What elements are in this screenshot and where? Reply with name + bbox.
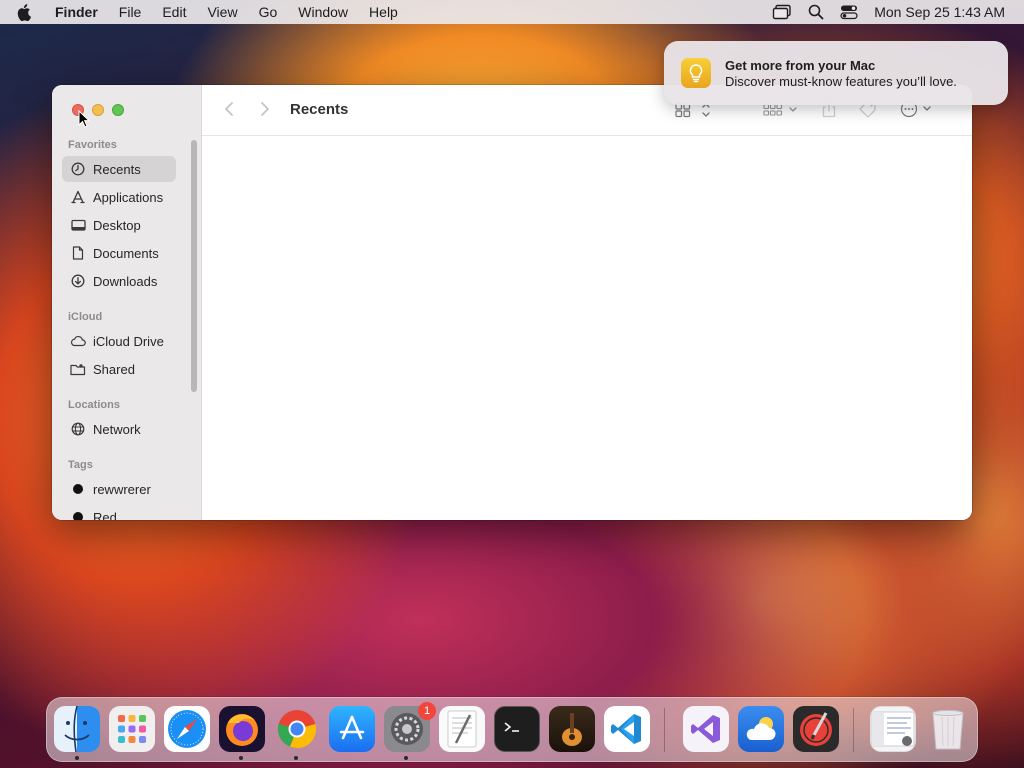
- zoom-window-button[interactable]: [112, 104, 124, 116]
- chrome-icon[interactable]: [274, 706, 320, 752]
- visual-studio-icon[interactable]: [683, 706, 729, 752]
- sidebar-item-tag[interactable]: Red: [62, 504, 176, 520]
- sidebar-item-applications[interactable]: Applications: [62, 184, 176, 210]
- tips-notification[interactable]: Get more from your Mac Discover must-kno…: [664, 41, 1008, 105]
- window-title: Recents: [290, 101, 349, 118]
- menu-go[interactable]: Go: [259, 4, 278, 20]
- lightbulb-icon: [681, 58, 711, 88]
- spotlight-search-icon[interactable]: [808, 4, 824, 20]
- sidebar-item-label: Downloads: [93, 273, 158, 289]
- sidebar-item-downloads[interactable]: Downloads: [62, 268, 176, 294]
- screen-mirroring-icon[interactable]: [772, 4, 792, 20]
- sidebar-item-label: rewwrerer: [93, 481, 151, 497]
- finder-content: Recents: [202, 85, 972, 520]
- menu-edit[interactable]: Edit: [162, 4, 186, 20]
- sidebar-item-tag[interactable]: rewwrerer: [62, 476, 176, 502]
- dock-separator: [664, 708, 665, 752]
- finder-window: Favorites Recents Applications Desktop D…: [52, 85, 972, 520]
- forward-icon[interactable]: [260, 101, 270, 117]
- dock: 1: [46, 697, 978, 762]
- sidebar-item-desktop[interactable]: Desktop: [62, 212, 176, 238]
- sidebar-section-tags: Tags: [68, 459, 93, 471]
- shared-folder-icon: [70, 361, 86, 377]
- firefox-icon[interactable]: [219, 706, 265, 752]
- weather-icon[interactable]: [738, 706, 784, 752]
- sidebar-item-label: Network: [93, 421, 141, 437]
- sidebar-item-label: Shared: [93, 361, 135, 377]
- sidebar-item-label: Recents: [93, 161, 141, 177]
- sidebar-item-icloud-drive[interactable]: iCloud Drive: [62, 328, 176, 354]
- globe-icon: [70, 421, 86, 437]
- control-center-icon[interactable]: [840, 4, 858, 20]
- menu-bar: Finder File Edit View Go Window Help Mon…: [0, 0, 1024, 24]
- minimize-window-button[interactable]: [92, 104, 104, 116]
- terminal-icon[interactable]: [494, 706, 540, 752]
- menu-finder[interactable]: Finder: [55, 4, 98, 20]
- sidebar-section-icloud: iCloud: [68, 311, 103, 323]
- running-indicator: [294, 756, 298, 760]
- desktop-icon: [70, 217, 86, 233]
- finder-window-thumbnail-icon[interactable]: [870, 706, 916, 752]
- notification-title: Get more from your Mac: [725, 57, 876, 73]
- sidebar-item-recents[interactable]: Recents: [62, 156, 176, 182]
- download-icon: [70, 273, 86, 289]
- menu-clock[interactable]: Mon Sep 25 1:43 AM: [874, 4, 1005, 20]
- tag-color-dot: [73, 512, 83, 520]
- finder-sidebar: Favorites Recents Applications Desktop D…: [52, 85, 202, 520]
- menu-help[interactable]: Help: [369, 4, 398, 20]
- sidebar-item-network[interactable]: Network: [62, 416, 176, 442]
- vscode-icon[interactable]: [604, 706, 650, 752]
- app-store-icon[interactable]: [329, 706, 375, 752]
- safari-icon[interactable]: [164, 706, 210, 752]
- cloud-icon: [70, 333, 86, 349]
- textedit-icon[interactable]: [439, 706, 485, 752]
- running-indicator: [75, 756, 79, 760]
- sidebar-item-label: Documents: [93, 245, 159, 261]
- clock-icon: [70, 161, 86, 177]
- running-indicator: [239, 756, 243, 760]
- sidebar-item-label: iCloud Drive: [93, 333, 164, 349]
- sidebar-item-documents[interactable]: Documents: [62, 240, 176, 266]
- back-icon[interactable]: [224, 101, 234, 117]
- sidebar-item-label: Red: [93, 509, 117, 521]
- instruments-icon[interactable]: [793, 706, 839, 752]
- tag-color-dot: [73, 484, 83, 494]
- sidebar-item-label: Applications: [93, 189, 164, 205]
- system-settings-icon[interactable]: 1: [384, 702, 436, 752]
- sidebar-section-favorites: Favorites: [68, 139, 117, 151]
- apple-menu-icon[interactable]: [17, 0, 37, 24]
- mouse-pointer-icon: [78, 110, 90, 128]
- group-by-icon[interactable]: [762, 103, 800, 117]
- menu-window[interactable]: Window: [298, 4, 348, 20]
- dock-separator: [853, 708, 854, 752]
- running-indicator: [404, 756, 408, 760]
- garageband-icon[interactable]: [549, 706, 595, 752]
- notification-badge: 1: [418, 702, 436, 720]
- menu-file[interactable]: File: [119, 4, 142, 20]
- menu-view[interactable]: View: [207, 4, 237, 20]
- applications-icon: [70, 189, 86, 205]
- trash-icon[interactable]: [925, 706, 971, 752]
- launchpad-icon[interactable]: [109, 706, 155, 752]
- document-icon: [70, 245, 86, 261]
- sidebar-scrollbar[interactable]: [191, 140, 197, 392]
- finder-icon[interactable]: [54, 706, 100, 752]
- sidebar-section-locations: Locations: [68, 399, 120, 411]
- sidebar-item-shared[interactable]: Shared: [62, 356, 176, 382]
- sidebar-item-label: Desktop: [93, 217, 141, 233]
- notification-body: Discover must-know features you’ll love.: [725, 73, 957, 89]
